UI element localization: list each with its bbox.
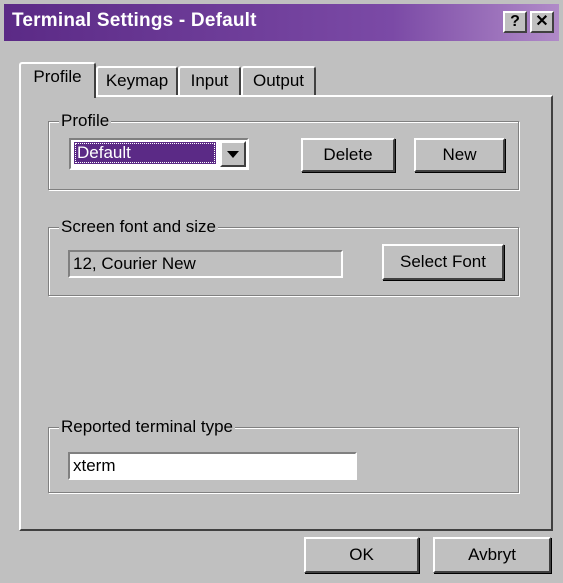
tab-label: Input [190,71,229,90]
terminal-type-group-legend: Reported terminal type [59,417,235,437]
profile-select-value: Default [74,142,216,164]
tab-keymap[interactable]: Keymap [96,66,178,96]
help-button[interactable]: ? [503,11,527,33]
dropdown-button[interactable] [220,141,246,167]
tab-label: Output [252,71,305,90]
chevron-down-icon [227,151,239,158]
tab-label: Profile [33,67,82,86]
profile-select[interactable]: Default [69,138,249,170]
tab-output[interactable]: Output [241,66,316,96]
close-icon: ✕ [535,13,549,30]
delete-button-label: Delete [323,145,373,164]
profile-group-legend: Profile [59,111,112,131]
ok-button[interactable]: OK [304,537,419,573]
font-display-field: 12, Courier New [68,250,343,278]
cancel-button-label: Avbryt [468,545,516,564]
help-icon: ? [510,13,520,30]
terminal-type-input[interactable]: xterm [68,452,357,480]
ok-button-label: OK [349,545,374,564]
close-button[interactable]: ✕ [530,11,554,33]
title-bar[interactable]: Terminal Settings - Default ? ✕ [4,4,559,41]
new-button-label: New [442,145,477,164]
tab-label: Keymap [105,71,169,90]
new-button[interactable]: New [414,138,505,172]
window-title: Terminal Settings - Default [12,10,257,31]
tab-profile[interactable]: Profile [19,62,96,98]
profile-tab-panel: Profile Default Delete New Screen font a… [19,95,553,531]
tab-input[interactable]: Input [178,66,241,96]
profile-group: Profile Default Delete New [48,111,519,190]
font-group-legend: Screen font and size [59,217,218,237]
font-group: Screen font and size 12, Courier New Sel… [48,217,519,296]
terminal-type-group: Reported terminal type xterm [48,417,519,493]
select-font-button-label: Select Font [400,252,486,271]
terminal-settings-window: Terminal Settings - Default ? ✕ Profile … [0,0,563,583]
delete-button[interactable]: Delete [301,138,395,172]
select-font-button[interactable]: Select Font [382,244,504,280]
cancel-button[interactable]: Avbryt [433,537,551,573]
